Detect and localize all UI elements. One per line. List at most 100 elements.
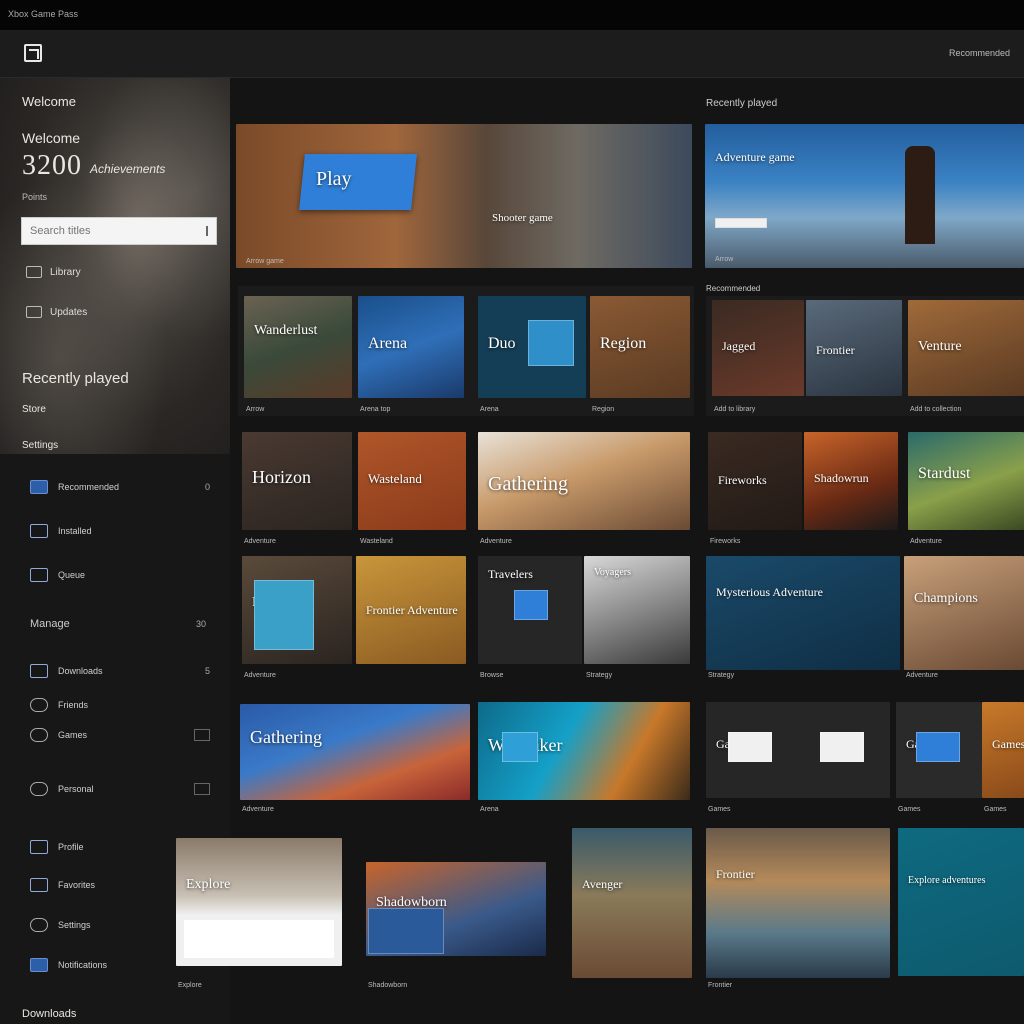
game-icon — [916, 732, 960, 762]
search-input[interactable] — [22, 218, 192, 244]
game-tile[interactable]: Explore adventures — [898, 828, 1024, 976]
game-title: Jagged — [722, 339, 756, 353]
nav-count: 5 — [204, 666, 210, 676]
installed-icon — [30, 524, 48, 538]
manage-section-title: Manage — [30, 618, 70, 630]
game-title: Frontier — [716, 867, 755, 881]
game-title: Venture — [918, 339, 962, 354]
game-caption: Games — [898, 806, 921, 813]
game-tile[interactable]: Jagged — [712, 300, 804, 396]
library-icon — [26, 266, 42, 278]
featured-character — [905, 146, 935, 244]
game-title: Champions — [914, 591, 978, 606]
game-tile[interactable]: Stardust — [908, 432, 1024, 530]
hero-item-updates[interactable]: Updates — [26, 306, 87, 318]
game-caption: Adventure — [906, 672, 938, 679]
game-tile[interactable]: Fireworks — [708, 432, 802, 530]
featured-tile-1[interactable]: Play Shooter game Arrow game — [236, 124, 692, 268]
store-link[interactable]: Store — [22, 404, 46, 415]
game-tile[interactable]: Frontier — [706, 828, 890, 978]
updates-icon — [26, 306, 42, 318]
game-tile[interactable]: Gathering — [478, 432, 690, 530]
nav-item-queue[interactable]: Queue — [30, 568, 210, 582]
app-bar: Recommended — [0, 30, 1024, 78]
window-title: Xbox Game Pass — [8, 9, 79, 19]
game-tile[interactable]: Horizon — [242, 432, 352, 530]
title-bar: Xbox Game Pass — [0, 0, 1024, 30]
game-caption: Arena — [480, 406, 499, 413]
featured-tile-2[interactable]: Adventure game Arrow — [705, 124, 1024, 268]
game-tile[interactable]: Gathering — [240, 704, 470, 800]
nav-label: Recommended — [58, 482, 120, 492]
game-tile[interactable]: Mysterious Adventure — [706, 556, 900, 670]
game-tile[interactable]: Champions — [904, 556, 1024, 670]
featured-caption: Arrow — [715, 256, 734, 263]
search-field[interactable] — [21, 217, 217, 245]
points-caption: Achievements — [90, 162, 166, 176]
game-title: Shadowrun — [814, 471, 869, 485]
settings-link[interactable]: Settings — [22, 440, 58, 451]
nav-label: Installed — [58, 526, 92, 536]
nav-item-personal[interactable]: Personal — [30, 782, 210, 796]
manage-section-count: 30 — [196, 619, 207, 629]
nav-label: Friends — [58, 700, 89, 710]
game-tile[interactable]: Frontier Adventure — [356, 556, 466, 664]
recently-played-link[interactable]: Recently played — [22, 370, 129, 387]
search-icon[interactable] — [200, 226, 208, 236]
game-tile[interactable]: Venture — [908, 300, 1024, 396]
points-value: 3200 — [22, 150, 82, 181]
nav-count: 0 — [204, 482, 210, 492]
duo-box-icon — [528, 320, 574, 366]
account-menu[interactable]: Recommended — [949, 48, 1010, 58]
game-caption: Games — [984, 806, 1007, 813]
game-icon — [368, 908, 444, 954]
friends-icon — [30, 698, 48, 712]
hero-item-label: Updates — [50, 306, 88, 318]
game-tile[interactable]: Avenger — [572, 828, 692, 978]
personal-icon — [30, 782, 48, 796]
game-caption: Add to library — [714, 406, 756, 413]
game-tile[interactable]: Games — [982, 702, 1024, 798]
game-title: Frontier — [816, 343, 855, 357]
nav-item-downloads[interactable]: Downloads 5 — [30, 664, 210, 678]
game-tile[interactable]: Wanderlust — [244, 296, 352, 398]
nav-label: Personal — [58, 784, 94, 794]
game-title: Explore adventures — [908, 875, 986, 886]
game-caption: Frontier — [708, 982, 733, 989]
queue-icon — [30, 568, 48, 582]
nav-label: Settings — [58, 920, 91, 930]
featured-button[interactable] — [715, 218, 767, 228]
game-tile[interactable]: Voyagers — [584, 556, 690, 664]
profile-icon — [30, 840, 48, 854]
game-title: Explore — [186, 877, 231, 892]
game-tile[interactable]: Shadowrun — [804, 432, 898, 530]
game-caption: Arena top — [360, 406, 391, 413]
game-caption: Adventure — [244, 538, 276, 545]
game-title: Horizon — [252, 467, 311, 487]
game-title: Mysterious Adventure — [716, 585, 823, 599]
game-title: Arena — [368, 335, 408, 352]
game-tile[interactable]: Wasteland — [358, 432, 466, 530]
game-title: Wanderlust — [254, 323, 318, 338]
game-caption: Adventure — [910, 538, 942, 545]
game-title: Frontier Adventure — [366, 603, 458, 617]
settings-icon — [30, 918, 48, 932]
game-tile[interactable]: Region — [590, 296, 690, 398]
nav-label: Queue — [58, 570, 86, 580]
sidebar-bottom-label[interactable]: Downloads — [22, 1008, 76, 1020]
nav-item-games[interactable]: Games — [30, 728, 210, 742]
game-title: Avenger — [582, 877, 623, 891]
nav-item-recommended[interactable]: Recommended 0 — [30, 480, 210, 494]
game-tile[interactable]: Frontier — [806, 300, 902, 396]
nav-item-friends[interactable]: Friends — [30, 698, 210, 712]
app-logo-icon[interactable] — [24, 44, 42, 62]
game-tile[interactable]: Arena — [358, 296, 464, 398]
nav-label: Games — [58, 730, 88, 740]
game-title: Wasteland — [368, 471, 422, 486]
sidebar-subheading: Welcome — [22, 130, 81, 146]
nav-item-installed[interactable]: Installed — [30, 524, 210, 538]
game-caption: Strategy — [586, 672, 613, 679]
recommended-icon — [30, 480, 48, 494]
box-art-icon — [254, 580, 314, 650]
hero-item-library[interactable]: Library — [26, 266, 81, 278]
